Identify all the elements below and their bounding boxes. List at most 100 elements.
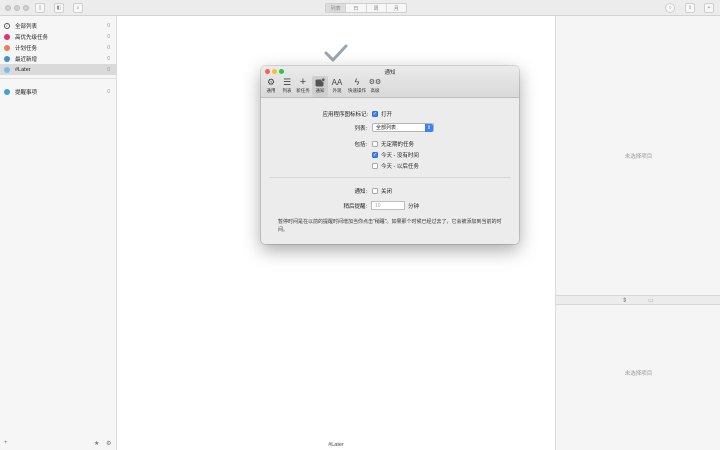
snooze-input-placeholder: 10 <box>375 202 381 209</box>
sidebar-item-all-lists[interactable]: ✓ 全部列表 0 <box>0 20 117 31</box>
notify-off-checkbox[interactable]: 关闭 <box>372 187 392 195</box>
no-selection-text: 未选择项目 <box>624 371 653 377</box>
list-color-dot-icon <box>4 88 10 95</box>
sidebar-item-later[interactable]: #Later 0 <box>0 64 117 75</box>
tab-label: 外观 <box>332 88 342 93</box>
checkmark-icon <box>324 44 348 62</box>
close-window-button[interactable] <box>5 5 11 11</box>
tab-appearance[interactable]: AA 外观 <box>329 76 345 97</box>
sidebar-item-label: #Later <box>15 66 31 73</box>
tab-label: 快速操作 <box>348 88 366 93</box>
sidebar-item-recent[interactable]: 最近新增 0 <box>0 53 117 64</box>
list-select[interactable]: 全部列表 ⇕ <box>372 123 434 132</box>
sidebar-item-scheduled[interactable]: 计划任务 0 <box>0 42 117 53</box>
star-icon[interactable]: ★ <box>94 440 99 447</box>
list-color-dot-icon <box>4 44 10 51</box>
view-segment-day[interactable]: 日 <box>346 4 367 12</box>
minimize-window-button[interactable] <box>14 5 20 11</box>
preferences-toolbar: 通知 ⚙ 通用 ☰ 列表 + 新任务 通知 AA 外观 ϟ 快速操作 ⚙⚙ 高级 <box>261 66 519 98</box>
lightning-icon: ϟ <box>354 77 360 87</box>
sidebar-item-label: 提醒事项 <box>15 89 38 96</box>
check-circle-icon: ✓ <box>4 22 10 29</box>
preferences-title: 通知 <box>384 70 396 76</box>
sidebar-item-count: 0 <box>107 22 110 29</box>
plus-icon: + <box>299 76 307 88</box>
tab-new-task[interactable]: + 新任务 <box>295 76 311 97</box>
include-option-recurring[interactable]: 无定期的任务 <box>372 140 414 148</box>
panel-toggle-button[interactable]: ◧ <box>54 3 64 13</box>
snooze-description: 暂停时间是在以前的提醒时间增加当你点击"稍睡"。如果那个时候已经过去了，它会被添… <box>278 219 502 233</box>
checkbox-label: 今天 - 没有时间 <box>381 153 419 159</box>
sidebar-footer: + ★ ⚙ <box>0 438 117 450</box>
include-label: 包括: <box>354 142 367 148</box>
view-segment-week[interactable]: 周 <box>367 4 387 12</box>
add-task-button[interactable]: + <box>704 3 714 13</box>
current-list-title: #Later <box>328 442 344 448</box>
font-size-icon: AA <box>331 77 343 87</box>
share-icon[interactable]: ⇧ <box>685 3 695 13</box>
split-handle-icon[interactable]: ⇕ <box>622 297 627 304</box>
include-option-today-no-time[interactable]: ✓ 今天 - 没有时间 <box>372 151 419 159</box>
notification-icon <box>315 76 325 88</box>
sidebar-item-label: 计划任务 <box>15 45 38 52</box>
gears-icon: ⚙⚙ <box>368 79 382 86</box>
section-divider <box>269 177 511 178</box>
notify-label: 通知: <box>354 189 367 195</box>
sidebar-item-count: 0 <box>107 88 110 95</box>
checkbox-checked-icon: ✓ <box>372 152 378 158</box>
sidebar-item-reminders[interactable]: 提醒事项 0 <box>0 86 117 97</box>
search-button[interactable]: ⌕ <box>73 3 83 13</box>
tab-label: 通用 <box>266 88 276 93</box>
include-option-today-later[interactable]: 今天 - 以后任务 <box>372 162 419 170</box>
detail-divider-toolbar: ⇕ ▭ <box>556 295 720 305</box>
list-color-dot-icon <box>4 55 10 62</box>
badge-open-checkbox[interactable]: ✓ 打开 <box>372 110 392 118</box>
checkbox-unchecked-icon <box>372 163 378 169</box>
sidebar-item-count: 0 <box>107 55 110 62</box>
sync-button[interactable]: ○ <box>665 3 675 13</box>
sidebar-item-label: 全部列表 <box>15 23 38 30</box>
tab-label: 高级 <box>370 88 380 93</box>
sidebar-toggle-button[interactable]: ▯ <box>35 3 45 13</box>
checkbox-label: 关闭 <box>381 189 393 195</box>
snooze-label: 稍后提醒: <box>343 204 367 210</box>
sidebar-item-label: 高优先级任务 <box>15 34 49 41</box>
add-list-icon[interactable]: + <box>4 440 8 446</box>
view-switcher: 列表 日 周 月 <box>325 3 407 13</box>
tab-notifications[interactable]: 通知 <box>312 76 328 97</box>
badge-label: 应用程序图标标记: <box>322 112 368 118</box>
list-select-value: 全部列表 <box>376 125 397 131</box>
tab-general[interactable]: ⚙ 通用 <box>263 76 279 97</box>
list-label: 列表: <box>354 126 367 132</box>
checkbox-label: 今天 - 以后任务 <box>381 164 419 170</box>
gear-icon: ⚙ <box>266 76 276 87</box>
snooze-unit: 分钟 <box>408 204 420 210</box>
tab-quick-actions[interactable]: ϟ 快速操作 <box>347 76 367 97</box>
view-segment-list[interactable]: 列表 <box>326 4 347 12</box>
zoom-window-button[interactable] <box>23 5 29 11</box>
tab-advanced[interactable]: ⚙⚙ 高级 <box>367 76 383 97</box>
sidebar-item-label: 最近新增 <box>15 56 38 63</box>
title-bar: ▯ ◧ ⌕ 列表 日 周 月 ○ ⇧ + <box>0 0 720 16</box>
sidebar: ✓ 全部列表 0 高优先级任务 0 计划任务 0 最近新增 0 #Later 0… <box>0 16 117 450</box>
sidebar-divider <box>0 78 117 79</box>
chevron-updown-icon: ⇕ <box>425 124 433 132</box>
sidebar-item-high-priority[interactable]: 高优先级任务 0 <box>0 31 117 42</box>
sidebar-item-count: 0 <box>107 44 110 51</box>
list-color-dot-icon <box>4 33 10 40</box>
list-color-dot-icon <box>4 66 10 73</box>
trash-icon[interactable]: ▭ <box>648 297 654 304</box>
no-selection-text: 未选择项目 <box>624 154 653 160</box>
gear-icon[interactable]: ⚙ <box>106 440 111 447</box>
checkbox-unchecked-icon <box>372 188 378 194</box>
checkbox-label: 打开 <box>381 112 393 118</box>
sidebar-item-count: 0 <box>107 33 110 40</box>
list-icon: ☰ <box>282 76 292 87</box>
detail-pane: 未选择项目 ⇕ ▭ 未选择项目 <box>555 16 720 450</box>
checkbox-label: 无定期的任务 <box>381 142 415 148</box>
snooze-minutes-input[interactable]: 10 <box>371 201 405 210</box>
view-segment-month[interactable]: 月 <box>387 4 406 12</box>
tab-lists[interactable]: ☰ 列表 <box>279 76 295 97</box>
checkbox-checked-icon: ✓ <box>372 111 378 117</box>
checkbox-unchecked-icon <box>372 141 378 147</box>
